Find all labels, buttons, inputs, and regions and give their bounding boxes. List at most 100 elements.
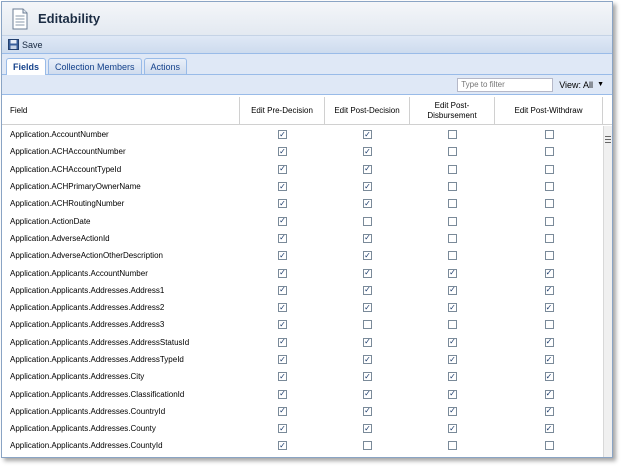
edit-post-decision-cell: ✓ — [325, 233, 410, 243]
edit-post-disbursement-checkbox[interactable]: ✓ — [448, 337, 457, 347]
edit-post-decision-checkbox[interactable]: ✓ — [363, 130, 372, 140]
edit-pre-decision-checkbox[interactable]: ✓ — [278, 251, 287, 261]
edit-post-withdraw-checkbox[interactable] — [544, 130, 554, 140]
edit-post-decision-checkbox[interactable]: ✓ — [363, 406, 372, 416]
edit-post-disbursement-checkbox[interactable] — [448, 441, 457, 451]
edit-post-withdraw-checkbox[interactable] — [544, 147, 554, 157]
edit-post-disbursement-checkbox[interactable]: ✓ — [448, 303, 457, 313]
edit-post-decision-checkbox[interactable]: ✓ — [363, 355, 372, 364]
edit-post-decision-checkbox[interactable]: ✓ — [363, 372, 372, 382]
edit-post-withdraw-checkbox[interactable]: ✓ — [544, 337, 554, 347]
edit-post-disbursement-checkbox[interactable] — [448, 320, 457, 330]
column-header-edit-post-withdraw[interactable]: Edit Post-Withdraw — [495, 97, 603, 124]
edit-pre-decision-checkbox[interactable]: ✓ — [278, 441, 287, 451]
edit-pre-decision-cell: ✓ — [240, 372, 325, 382]
edit-post-decision-checkbox[interactable]: ✓ — [363, 303, 372, 313]
edit-pre-decision-checkbox[interactable]: ✓ — [278, 285, 287, 295]
edit-post-withdraw-cell — [495, 216, 603, 226]
table-row: Application.ACHPrimaryOwnerName ✓ ✓ — [2, 178, 603, 195]
edit-pre-decision-checkbox[interactable]: ✓ — [278, 355, 287, 364]
edit-post-withdraw-checkbox[interactable] — [544, 199, 554, 209]
edit-post-disbursement-checkbox[interactable] — [448, 182, 457, 192]
edit-post-decision-checkbox[interactable]: ✓ — [363, 424, 372, 434]
edit-post-disbursement-cell — [410, 130, 495, 140]
edit-post-disbursement-checkbox[interactable]: ✓ — [448, 268, 457, 278]
column-header-edit-pre-decision[interactable]: Edit Pre-Decision — [240, 97, 325, 124]
edit-post-decision-checkbox[interactable]: ✓ — [363, 251, 372, 261]
edit-post-decision-checkbox[interactable]: ✓ — [363, 268, 372, 278]
edit-post-decision-checkbox[interactable]: ✓ — [363, 337, 372, 347]
edit-pre-decision-checkbox[interactable]: ✓ — [278, 320, 287, 330]
column-header-edit-post-disbursement[interactable]: Edit Post- Disbursement — [410, 97, 495, 124]
save-button[interactable]: Save — [8, 39, 43, 50]
edit-post-withdraw-checkbox[interactable] — [544, 320, 554, 330]
edit-post-decision-checkbox[interactable]: ✓ — [363, 233, 372, 243]
view-dropdown[interactable]: View: All ▼ — [559, 80, 604, 90]
edit-post-withdraw-checkbox[interactable]: ✓ — [544, 285, 554, 295]
scrollbar-grip-icon[interactable] — [605, 136, 611, 144]
grid-body: Application.AccountNumber ✓ ✓ Application.A… — [2, 126, 603, 455]
edit-pre-decision-checkbox[interactable]: ✓ — [278, 147, 287, 157]
edit-pre-decision-checkbox[interactable]: ✓ — [278, 389, 287, 399]
edit-post-withdraw-checkbox[interactable]: ✓ — [544, 303, 554, 313]
edit-post-disbursement-checkbox[interactable] — [448, 216, 457, 226]
edit-post-withdraw-checkbox[interactable]: ✓ — [544, 372, 554, 382]
edit-post-decision-checkbox[interactable] — [363, 216, 372, 226]
edit-pre-decision-checkbox[interactable]: ✓ — [278, 268, 287, 278]
edit-post-withdraw-checkbox[interactable] — [544, 164, 554, 174]
edit-post-disbursement-checkbox[interactable] — [448, 130, 457, 140]
edit-post-disbursement-checkbox[interactable] — [448, 251, 457, 261]
edit-post-withdraw-checkbox[interactable] — [544, 182, 554, 192]
edit-post-withdraw-cell — [495, 320, 603, 330]
edit-post-disbursement-checkbox[interactable]: ✓ — [448, 424, 457, 434]
edit-pre-decision-cell: ✓ — [240, 251, 325, 261]
edit-post-disbursement-checkbox[interactable]: ✓ — [448, 372, 457, 382]
edit-post-decision-cell: ✓ — [325, 182, 410, 192]
edit-post-disbursement-checkbox[interactable]: ✓ — [448, 389, 457, 399]
edit-pre-decision-checkbox[interactable]: ✓ — [278, 233, 287, 243]
edit-post-disbursement-checkbox[interactable] — [448, 147, 457, 157]
edit-post-withdraw-checkbox[interactable] — [544, 251, 554, 261]
table-row: Application.Applicants.Addresses.Classif… — [2, 385, 603, 402]
edit-post-decision-checkbox[interactable]: ✓ — [363, 199, 372, 209]
edit-post-decision-checkbox[interactable]: ✓ — [363, 389, 372, 399]
edit-pre-decision-checkbox[interactable]: ✓ — [278, 130, 287, 140]
edit-post-withdraw-checkbox[interactable]: ✓ — [544, 268, 554, 278]
edit-pre-decision-checkbox[interactable]: ✓ — [278, 303, 287, 313]
column-header-edit-post-decision[interactable]: Edit Post-Decision — [325, 97, 410, 124]
edit-post-withdraw-checkbox[interactable]: ✓ — [544, 406, 554, 416]
edit-pre-decision-checkbox[interactable]: ✓ — [278, 164, 287, 174]
edit-post-decision-checkbox[interactable]: ✓ — [363, 164, 372, 174]
filter-input[interactable] — [457, 77, 554, 92]
edit-post-decision-checkbox[interactable] — [363, 441, 372, 451]
edit-post-withdraw-checkbox[interactable] — [544, 233, 554, 243]
column-header-field[interactable]: Field — [2, 97, 240, 124]
edit-post-withdraw-checkbox[interactable] — [544, 441, 554, 451]
edit-pre-decision-checkbox[interactable]: ✓ — [278, 337, 287, 347]
edit-post-disbursement-checkbox[interactable] — [448, 164, 457, 174]
edit-post-withdraw-checkbox[interactable]: ✓ — [544, 424, 554, 434]
edit-post-disbursement-checkbox[interactable]: ✓ — [448, 406, 457, 416]
edit-post-decision-checkbox[interactable] — [363, 320, 372, 330]
edit-pre-decision-checkbox[interactable]: ✓ — [278, 424, 287, 434]
edit-post-withdraw-checkbox[interactable]: ✓ — [544, 389, 554, 399]
edit-pre-decision-checkbox[interactable]: ✓ — [278, 216, 287, 226]
edit-post-withdraw-cell: ✓ — [495, 337, 603, 347]
tab-fields[interactable]: Fields — [6, 58, 47, 75]
edit-post-disbursement-checkbox[interactable] — [448, 233, 457, 243]
edit-post-decision-checkbox[interactable]: ✓ — [363, 182, 372, 192]
edit-pre-decision-checkbox[interactable]: ✓ — [278, 199, 287, 209]
edit-post-disbursement-checkbox[interactable]: ✓ — [448, 285, 457, 295]
edit-pre-decision-checkbox[interactable]: ✓ — [278, 406, 287, 416]
edit-post-withdraw-checkbox[interactable]: ✓ — [544, 355, 554, 364]
edit-post-withdraw-checkbox[interactable] — [544, 216, 554, 226]
tab-collection-members[interactable]: Collection Members — [48, 58, 142, 74]
edit-post-disbursement-checkbox[interactable]: ✓ — [448, 355, 457, 364]
edit-pre-decision-checkbox[interactable]: ✓ — [278, 372, 287, 382]
edit-post-decision-checkbox[interactable]: ✓ — [363, 147, 372, 157]
edit-post-disbursement-checkbox[interactable] — [448, 199, 457, 209]
edit-pre-decision-checkbox[interactable]: ✓ — [278, 182, 287, 192]
tab-actions[interactable]: Actions — [143, 58, 188, 74]
edit-post-decision-checkbox[interactable]: ✓ — [363, 285, 372, 295]
vertical-scrollbar[interactable] — [603, 126, 612, 457]
